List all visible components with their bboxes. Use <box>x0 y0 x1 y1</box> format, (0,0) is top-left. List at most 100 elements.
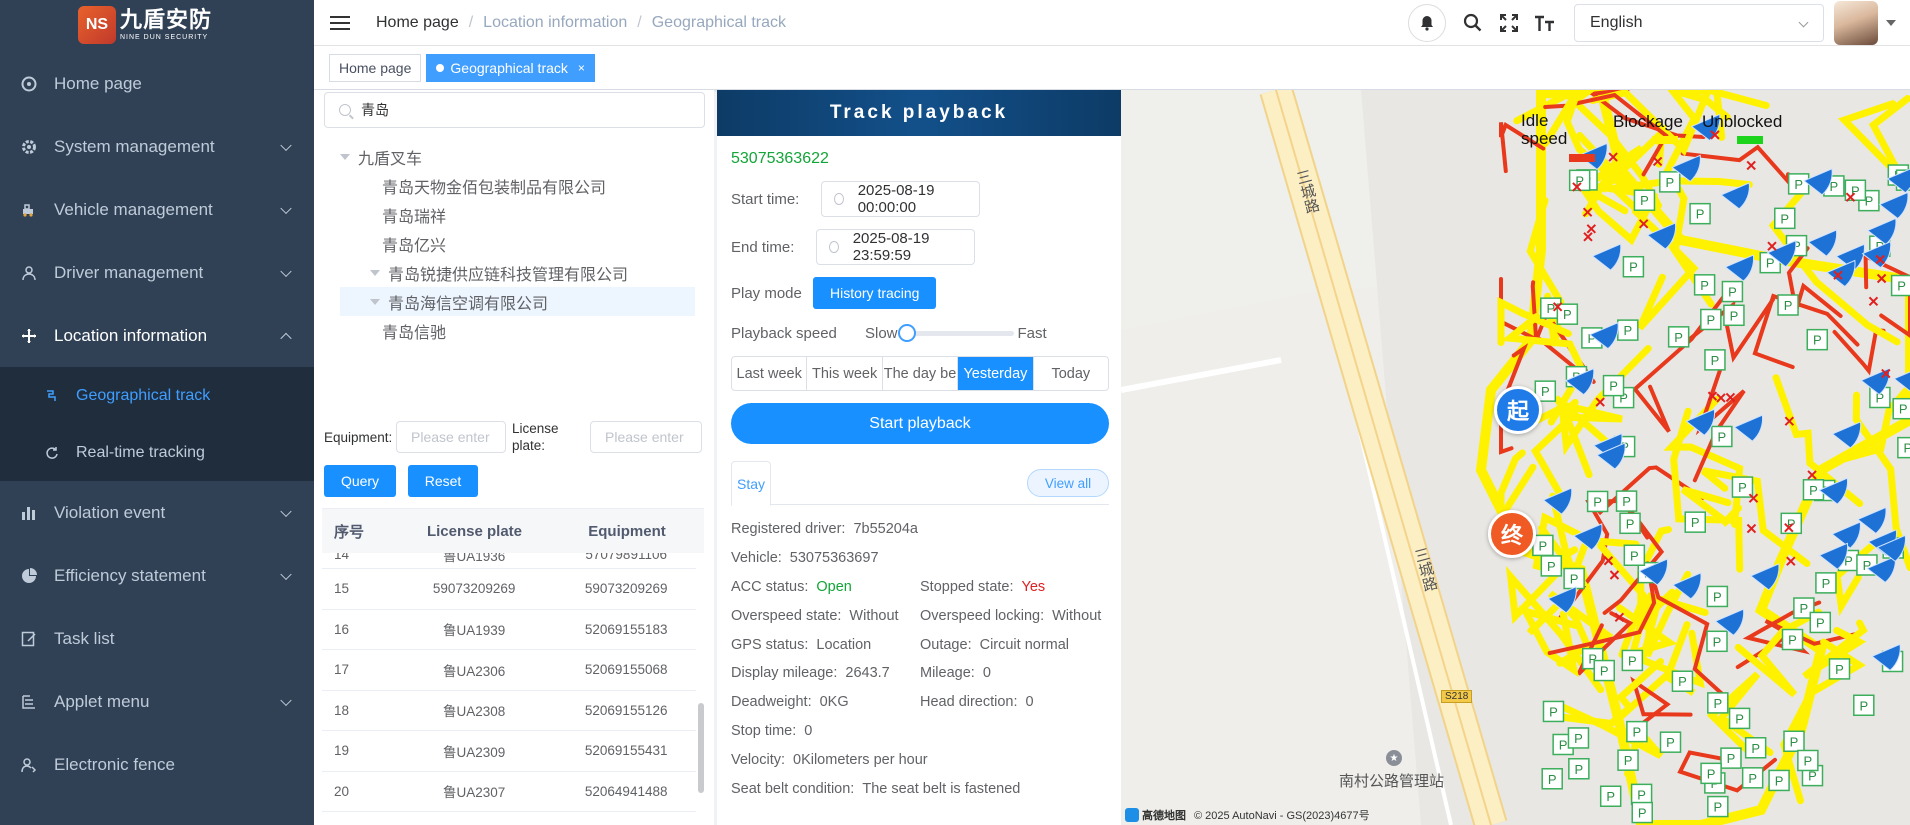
svg-text:P: P <box>1606 789 1615 804</box>
parking-marker-icon: P <box>1706 585 1729 608</box>
equipment-input[interactable]: Please enter <box>396 421 506 453</box>
reset-button[interactable]: Reset <box>408 465 478 497</box>
bell-icon[interactable] <box>1408 4 1446 42</box>
start-marker[interactable]: 起 <box>1494 386 1542 434</box>
sidebar-item-applet[interactable]: Applet menu <box>0 670 314 733</box>
info-label: Overspeed locking: <box>920 607 1045 624</box>
sidebar-item-efficiency[interactable]: Efficiency statement <box>0 544 314 607</box>
search-icon <box>339 104 351 116</box>
view-all-button[interactable]: View all <box>1027 469 1109 497</box>
table-row[interactable]: 19 鲁UA2309 52069155431 <box>322 731 696 772</box>
pie-icon <box>20 567 38 585</box>
table-row[interactable]: 20 鲁UA2307 52064941488 <box>322 772 696 812</box>
font-size-icon[interactable] <box>1530 8 1560 38</box>
hamburger-icon[interactable] <box>330 15 350 30</box>
sidebar-item-label: Applet menu <box>54 691 150 711</box>
sidebar-item-home[interactable]: Home page <box>0 52 314 115</box>
expand-caret-icon[interactable] <box>370 298 380 305</box>
tree-node[interactable]: 青岛瑞祥 <box>340 200 695 229</box>
sidebar-item-driver[interactable]: Driver management <box>0 241 314 304</box>
parking-marker-icon: P <box>1659 731 1682 753</box>
tree-node[interactable]: 青岛信驰 <box>340 316 695 345</box>
speed-slider-handle[interactable] <box>898 323 917 342</box>
sidebar-item-fence[interactable]: Electronic fence <box>0 733 314 796</box>
sidebar-item-violation[interactable]: Violation event <box>0 481 314 544</box>
start-playback-button[interactable]: Start playback <box>731 403 1109 444</box>
legend-unblocked-label: Unblocked <box>1702 112 1783 131</box>
sidebar-item-location[interactable]: Location information <box>0 304 314 367</box>
vehicle-tree-panel: 青岛 九盾叉车 青岛天物金佰包装制品有限公司 青岛瑞祥 青岛亿兴 青岛锐捷供应链… <box>314 90 714 825</box>
start-time-input[interactable]: 2025-08-19 00:00:00 <box>821 181 980 217</box>
license-plate-input[interactable]: Please enter <box>590 421 702 453</box>
tree-search-input[interactable]: 青岛 <box>324 92 705 128</box>
svg-text:P: P <box>1696 207 1705 222</box>
tree-node[interactable]: 青岛锐捷供应链科技管理有限公司 <box>340 258 695 287</box>
end-time-input[interactable]: 2025-08-19 23:59:59 <box>816 229 975 265</box>
parking-marker-icon: P <box>1532 534 1554 557</box>
tree-node-root[interactable]: 九盾叉车 <box>340 142 695 171</box>
table-row[interactable]: 15 59073209269 59073209269 <box>322 569 696 610</box>
logo-title: 九盾安防 <box>120 7 213 32</box>
query-button[interactable]: Query <box>324 465 396 497</box>
cell-plate: 鲁UA2309 <box>442 744 506 760</box>
sidebar-item-realtime-tracking[interactable]: Real-time tracking <box>0 424 314 481</box>
track-map[interactable]: PPPPPPPPPPPPPPPPPPPPPPPPPPPPPPPPPPPPPPPP… <box>1121 90 1910 825</box>
sidebar-item-vehicle[interactable]: Vehicle management <box>0 178 314 241</box>
play-mode-label: Play mode <box>731 284 802 302</box>
language-select[interactable]: English <box>1574 4 1824 42</box>
table-scrollbar[interactable] <box>698 703 704 793</box>
info-label: GPS status: <box>731 636 809 653</box>
poi-label[interactable]: 南村公路管理站 <box>1339 770 1444 791</box>
table-row[interactable]: 16 鲁UA1939 52069155183 <box>322 610 696 650</box>
poi-icon[interactable]: ★ <box>1386 750 1402 766</box>
table-row[interactable]: 17 鲁UA2306 52069155068 <box>322 650 696 691</box>
tab-stay[interactable]: Stay <box>731 461 771 506</box>
caret-down-icon[interactable] <box>1886 20 1896 26</box>
breadcrumb-home[interactable]: Home page <box>376 14 459 32</box>
parking-marker-icon: P <box>1728 707 1751 730</box>
expand-caret-icon[interactable] <box>340 153 350 160</box>
close-icon[interactable]: × <box>578 61 585 75</box>
parking-marker-icon: P <box>1731 476 1754 498</box>
vehicle-icon <box>20 201 38 219</box>
parking-marker-icon: P <box>1777 294 1799 316</box>
breadcrumb-separator: / <box>468 13 474 31</box>
svg-text:P: P <box>1609 379 1618 394</box>
table-row[interactable]: 14 鲁UA1936 57079891106 <box>322 553 696 569</box>
search-icon[interactable] <box>1458 8 1488 38</box>
period-today[interactable]: Today <box>1034 357 1108 390</box>
period-this-week[interactable]: This week <box>807 357 883 390</box>
tag-home[interactable]: Home page <box>329 53 422 82</box>
period-last-week[interactable]: Last week <box>732 357 808 390</box>
tree-node[interactable]: 青岛天物金佰包装制品有限公司 <box>340 171 695 200</box>
svg-text:P: P <box>1822 576 1831 591</box>
sidebar-item-geographical-track[interactable]: Geographical track <box>0 367 314 424</box>
avatar[interactable] <box>1834 1 1878 45</box>
expand-caret-icon[interactable] <box>370 269 380 276</box>
sidebar-item-system[interactable]: System management <box>0 115 314 178</box>
parking-marker-icon: P <box>1567 727 1590 749</box>
sidebar-item-task-list[interactable]: Task list <box>0 607 314 670</box>
legend-blockage-swatch <box>1652 136 1678 144</box>
parking-marker-icon: P <box>1593 659 1615 682</box>
tree-node-selected[interactable]: 青岛海信空调有限公司 <box>340 287 695 316</box>
svg-text:P: P <box>1570 572 1579 587</box>
table-row[interactable]: 18 鲁UA2308 52069155126 <box>322 691 696 731</box>
outage-value: Circuit normal <box>979 636 1070 653</box>
col-header-index[interactable]: 序号 <box>322 521 392 542</box>
col-header-plate[interactable]: License plate <box>392 523 557 540</box>
device-id: 53075363622 <box>731 150 829 167</box>
col-header-equipment[interactable]: Equipment <box>557 523 697 540</box>
speed-slider[interactable] <box>898 323 1014 342</box>
parking-marker-icon: P <box>1659 171 1681 193</box>
period-yesterday[interactable]: Yesterday <box>958 357 1034 390</box>
location-icon <box>20 327 38 345</box>
tag-geographical-track[interactable]: Geographical track × <box>426 53 595 82</box>
history-tracing-button[interactable]: History tracing <box>813 277 937 309</box>
end-marker[interactable]: 终 <box>1488 510 1536 558</box>
legend-blockage-label: Blockage <box>1613 112 1683 131</box>
tree-node[interactable]: 青岛亿兴 <box>340 229 695 258</box>
fullscreen-icon[interactable] <box>1494 8 1524 38</box>
period-day-before[interactable]: The day be <box>883 357 959 390</box>
svg-text:P: P <box>1547 559 1556 574</box>
